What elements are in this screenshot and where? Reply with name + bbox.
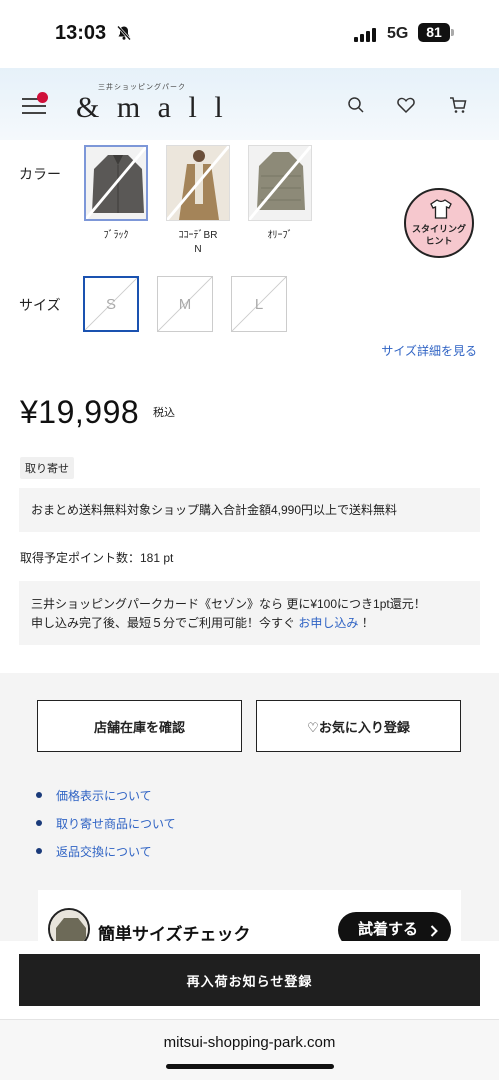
order-items-link[interactable]: 取り寄せ商品について [56, 815, 176, 832]
bullet-icon [36, 792, 42, 798]
bell-off-icon [117, 25, 131, 41]
apply-link[interactable]: お申し込み [298, 616, 358, 630]
list-item: 価格表示について [36, 787, 176, 815]
price-display-link[interactable]: 価格表示について [56, 787, 152, 804]
size-detail-link[interactable]: サイズ詳細を見る [381, 342, 477, 359]
chevron-right-icon [430, 925, 438, 937]
add-favorite-button[interactable]: ♡お気に入り登録 [256, 700, 461, 752]
order-type-badge: 取り寄せ [20, 457, 74, 479]
status-bar: 13:03 5G 81 [0, 0, 499, 68]
status-time: 13:03 [55, 22, 107, 44]
battery-icon: 81 [418, 23, 450, 42]
size-option-label: M [178, 295, 192, 313]
battery-tip [451, 29, 454, 36]
size-option-l[interactable]: L [231, 276, 287, 332]
cart-icon[interactable] [448, 95, 468, 115]
logo[interactable]: & m a l l [76, 91, 228, 125]
size-label: サイズ [19, 297, 61, 313]
size-option-label: L [254, 295, 264, 313]
home-indicator[interactable] [166, 1064, 334, 1069]
size-check-thumbnail [48, 908, 90, 945]
shipping-note: おまとめ送料無料対象ショップ購入合計金額4,990円以上で送料無料 [31, 503, 398, 517]
heart-icon[interactable] [396, 95, 416, 115]
signal-icon [354, 28, 376, 42]
price: ¥19,998 [20, 394, 140, 430]
url-text[interactable]: mitsui-shopping-park.com [0, 1034, 499, 1051]
color-label: カラー [19, 166, 61, 182]
color-swatch-black[interactable] [84, 145, 148, 221]
styling-hint-button[interactable]: スタイリング ヒント [404, 188, 474, 258]
try-on-label: 試着する [358, 921, 419, 938]
color-name-olive: ｵﾘｰﾌﾞ [267, 230, 293, 241]
size-option-label: S [105, 295, 116, 313]
shipping-note-box: おまとめ送料無料対象ショップ購入合計金額4,990円以上で送料無料 [19, 488, 480, 532]
unavailable-slash [86, 147, 146, 219]
unavailable-slash [167, 146, 229, 220]
color-name-brown: ｺｺｰﾃﾞBR N [178, 230, 218, 255]
size-option-s[interactable]: S [83, 276, 139, 332]
site-header [0, 68, 499, 140]
styling-hint-line2: ヒント [425, 236, 453, 246]
notification-dot [37, 92, 48, 103]
info-links: 価格表示について 取り寄せ商品について 返品交換について [36, 787, 176, 871]
list-item: 取り寄せ商品について [36, 815, 176, 843]
color-name-black: ﾌﾞﾗｯｸ [103, 230, 129, 241]
bullet-icon [36, 820, 42, 826]
restock-notify-button[interactable]: 再入荷お知らせ登録 [19, 954, 480, 1006]
size-option-m[interactable]: M [157, 276, 213, 332]
color-swatch-brown[interactable] [166, 145, 230, 221]
card-promo-line2: 申し込み完了後、最短５分でご利用可能！今すぐ お申し込み ！ [31, 616, 374, 630]
search-icon[interactable] [346, 95, 366, 115]
network-type: 5G [387, 25, 409, 42]
unavailable-slash [249, 146, 311, 220]
color-swatch-olive[interactable] [248, 145, 312, 221]
card-promo-box: 三井ショッピングパークカード《セゾン》なら 更に¥100につき1pt還元！ 申し… [19, 581, 480, 645]
tax-label: 税込 [153, 407, 175, 419]
points-text: 取得予定ポイント数：181 pt [20, 551, 174, 565]
size-check-card: 簡単サイズチェック 試着する [38, 890, 461, 945]
card-promo-line1: 三井ショッピングパークカード《セゾン》なら 更に¥100につき1pt還元！ [31, 597, 426, 611]
tshirt-icon [430, 199, 452, 219]
check-store-stock-button[interactable]: 店舗在庫を確認 [37, 700, 242, 752]
styling-hint-line1: スタイリング [411, 224, 466, 234]
returns-link[interactable]: 返品交換について [56, 843, 152, 860]
list-item: 返品交換について [36, 843, 176, 871]
bullet-icon [36, 848, 42, 854]
